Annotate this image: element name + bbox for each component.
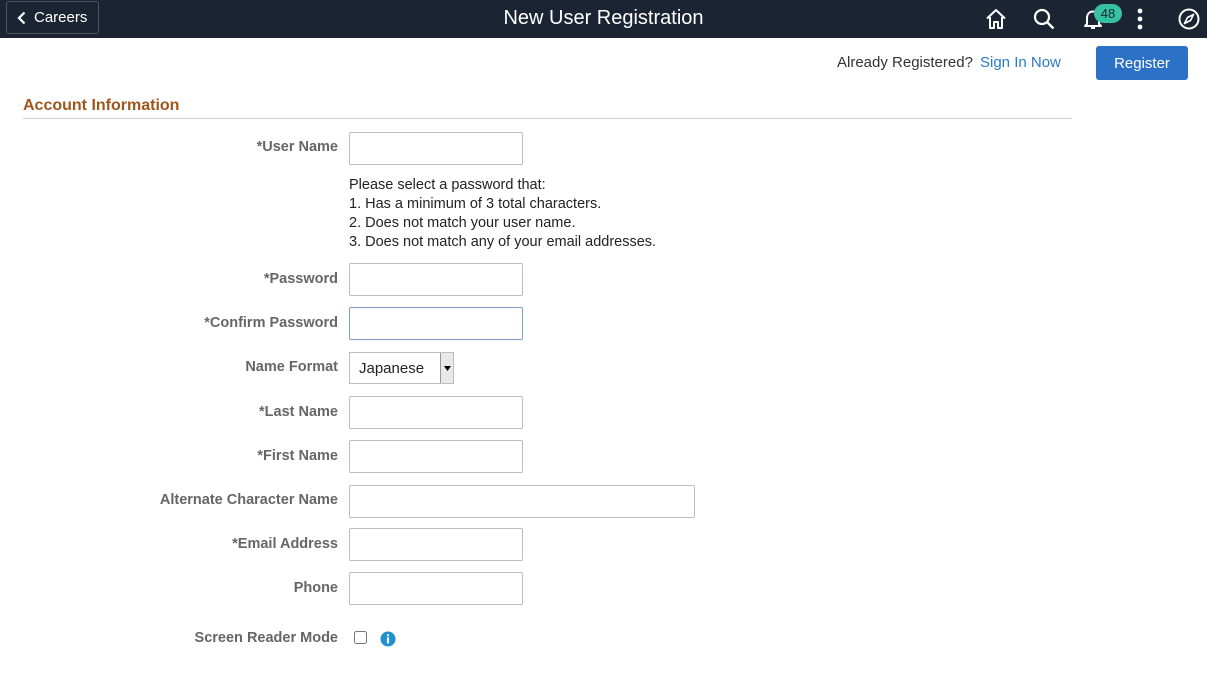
notification-badge: 48 <box>1094 4 1122 23</box>
info-icon[interactable] <box>380 631 396 647</box>
password-input[interactable] <box>349 263 523 296</box>
first-name-label: *First Name <box>257 448 338 464</box>
confirm-password-input[interactable] <box>349 307 523 340</box>
password-help: Please select a password that: 1. Has a … <box>349 176 656 252</box>
top-bar: Careers New User Registration 48 <box>0 0 1207 38</box>
compass-icon[interactable] <box>1174 4 1204 34</box>
phone-label: Phone <box>293 580 338 596</box>
sign-in-link[interactable]: Sign In Now <box>980 54 1061 71</box>
search-icon[interactable] <box>1029 4 1059 34</box>
screen-reader-mode-label: Screen Reader Mode <box>194 630 338 646</box>
email-address-label: *Email Address <box>232 536 338 552</box>
chevron-left-icon <box>17 11 26 25</box>
confirm-password-label: *Confirm Password <box>204 315 338 331</box>
alternate-character-name-input[interactable] <box>349 485 695 518</box>
section-title: Account Information <box>23 97 180 114</box>
password-help-line: 2. Does not match your user name. <box>349 215 576 231</box>
home-icon[interactable] <box>981 4 1011 34</box>
password-help-line: 3. Does not match any of your email addr… <box>349 234 657 250</box>
user-name-input[interactable] <box>349 132 523 165</box>
already-registered-text: Already Registered? <box>837 54 973 71</box>
last-name-label: *Last Name <box>259 404 338 420</box>
more-vertical-icon[interactable] <box>1125 4 1155 34</box>
alternate-character-name-label: Alternate Character Name <box>159 492 338 508</box>
password-help-line: Please select a password that: <box>349 177 546 193</box>
name-format-value: Japanese <box>359 360 425 377</box>
back-button[interactable]: Careers <box>6 1 99 34</box>
phone-input[interactable] <box>349 572 523 605</box>
name-format-select[interactable]: Japanese <box>349 352 454 384</box>
last-name-input[interactable] <box>349 396 523 429</box>
password-label: *Password <box>263 271 338 287</box>
email-address-input[interactable] <box>349 528 523 561</box>
page-title: New User Registration <box>503 7 704 29</box>
user-name-label: *User Name <box>256 139 338 155</box>
section-divider <box>23 118 1072 119</box>
dropdown-arrow-icon <box>440 353 453 383</box>
back-button-label: Careers <box>34 9 88 26</box>
screen-reader-mode-checkbox[interactable] <box>354 631 367 644</box>
password-help-line: 1. Has a minimum of 3 total characters. <box>349 196 602 212</box>
name-format-label: Name Format <box>245 359 338 375</box>
register-button[interactable]: Register <box>1096 46 1188 80</box>
first-name-input[interactable] <box>349 440 523 473</box>
